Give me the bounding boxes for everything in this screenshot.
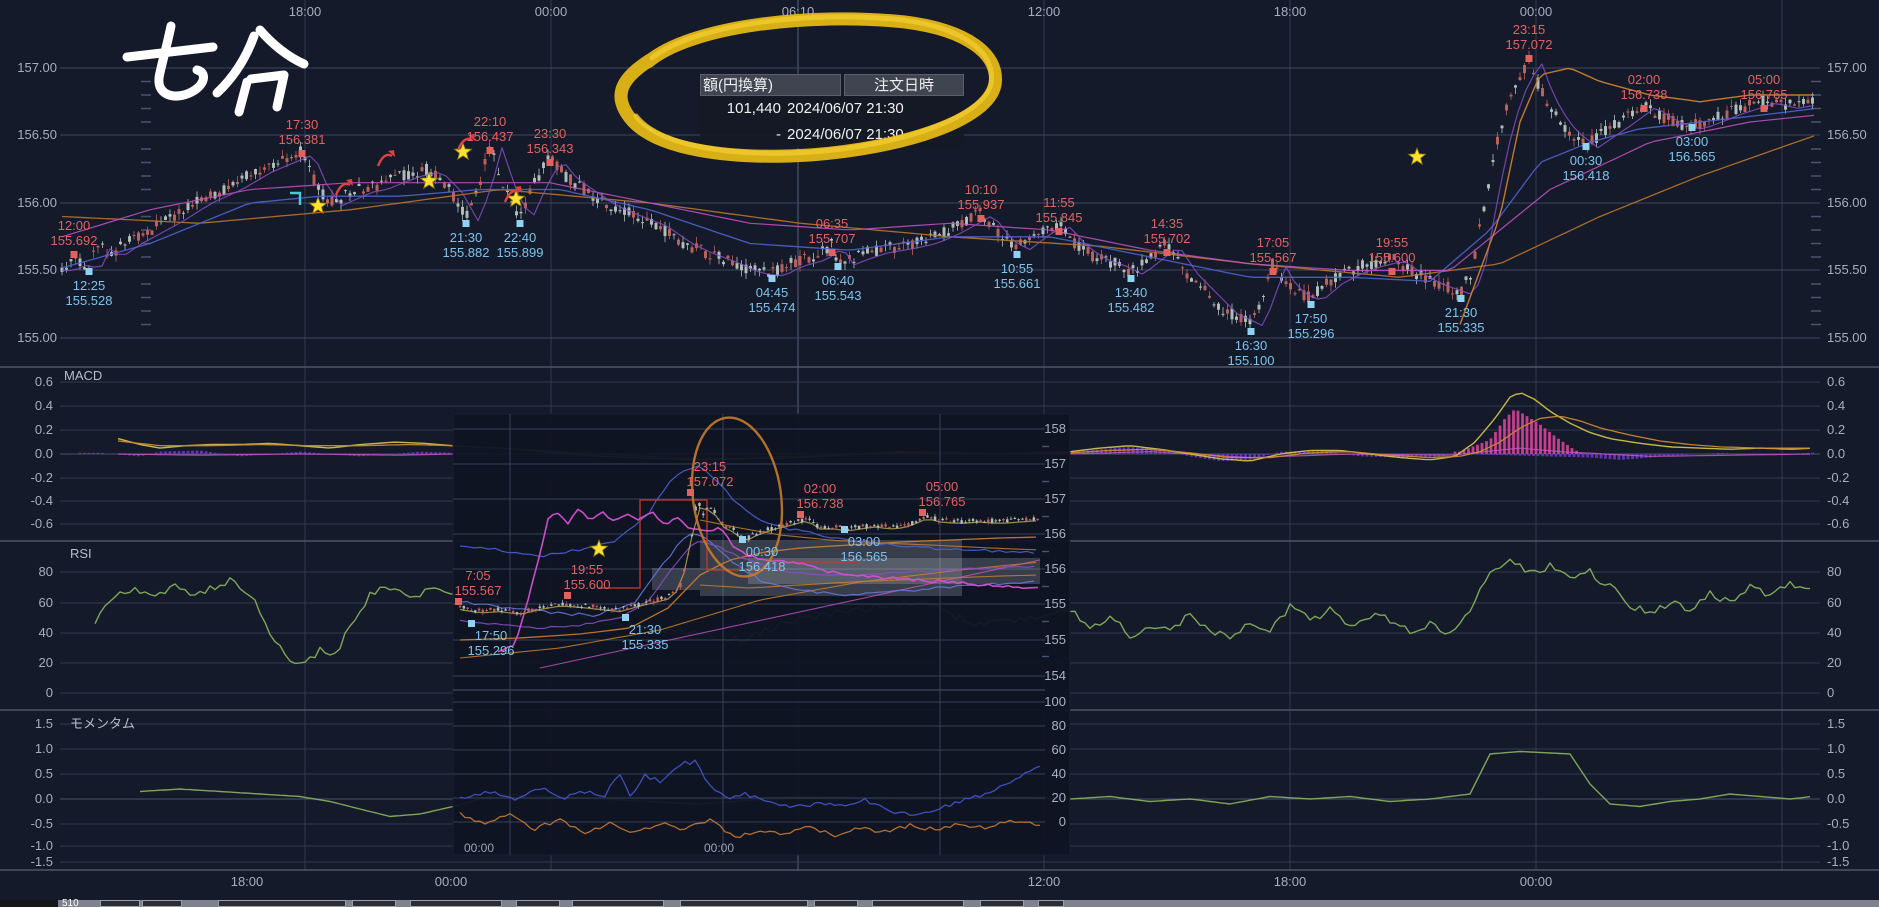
- order-table-rows: 101,4402024/06/07 21:30-2024/06/07 21:30: [700, 96, 964, 148]
- order-table-header-amount: 額(円換算): [700, 74, 841, 96]
- order-table-header-datetime: 注文日時: [844, 74, 964, 96]
- order-info-table: 額(円換算) 注文日時 101,4402024/06/07 21:30-2024…: [700, 74, 964, 148]
- taskbar-button[interactable]: [872, 900, 964, 907]
- taskbar-text-fragment: 510: [62, 898, 79, 907]
- inset-chart-window[interactable]: [453, 412, 1070, 855]
- order-table-row: 101,4402024/06/07 21:30: [700, 96, 964, 122]
- taskbar-button[interactable]: [516, 900, 560, 907]
- taskbar-button[interactable]: [980, 900, 1024, 907]
- momentum-panel-label: モメンタム: [70, 713, 135, 732]
- taskbar-button[interactable]: [1038, 900, 1064, 907]
- taskbar-strip: 510: [0, 900, 1879, 907]
- taskbar-button[interactable]: [218, 900, 346, 907]
- taskbar-button[interactable]: [352, 900, 396, 907]
- trading-chart-app: 18:0000:0006:1012:0018:0000:0018:0000:00…: [0, 0, 1879, 907]
- taskbar-button[interactable]: [142, 900, 182, 907]
- taskbar-button[interactable]: [572, 900, 664, 907]
- order-table-header: 額(円換算) 注文日時: [700, 74, 964, 96]
- taskbar-button[interactable]: [100, 900, 140, 907]
- taskbar-start-segment[interactable]: [0, 900, 58, 907]
- taskbar-button[interactable]: [410, 900, 502, 907]
- rsi-panel-label: RSI: [70, 546, 92, 561]
- taskbar-button[interactable]: [680, 900, 808, 907]
- macd-panel-label: MACD: [64, 368, 102, 383]
- order-table-row: -2024/06/07 21:30: [700, 122, 964, 148]
- taskbar-button[interactable]: [814, 900, 858, 907]
